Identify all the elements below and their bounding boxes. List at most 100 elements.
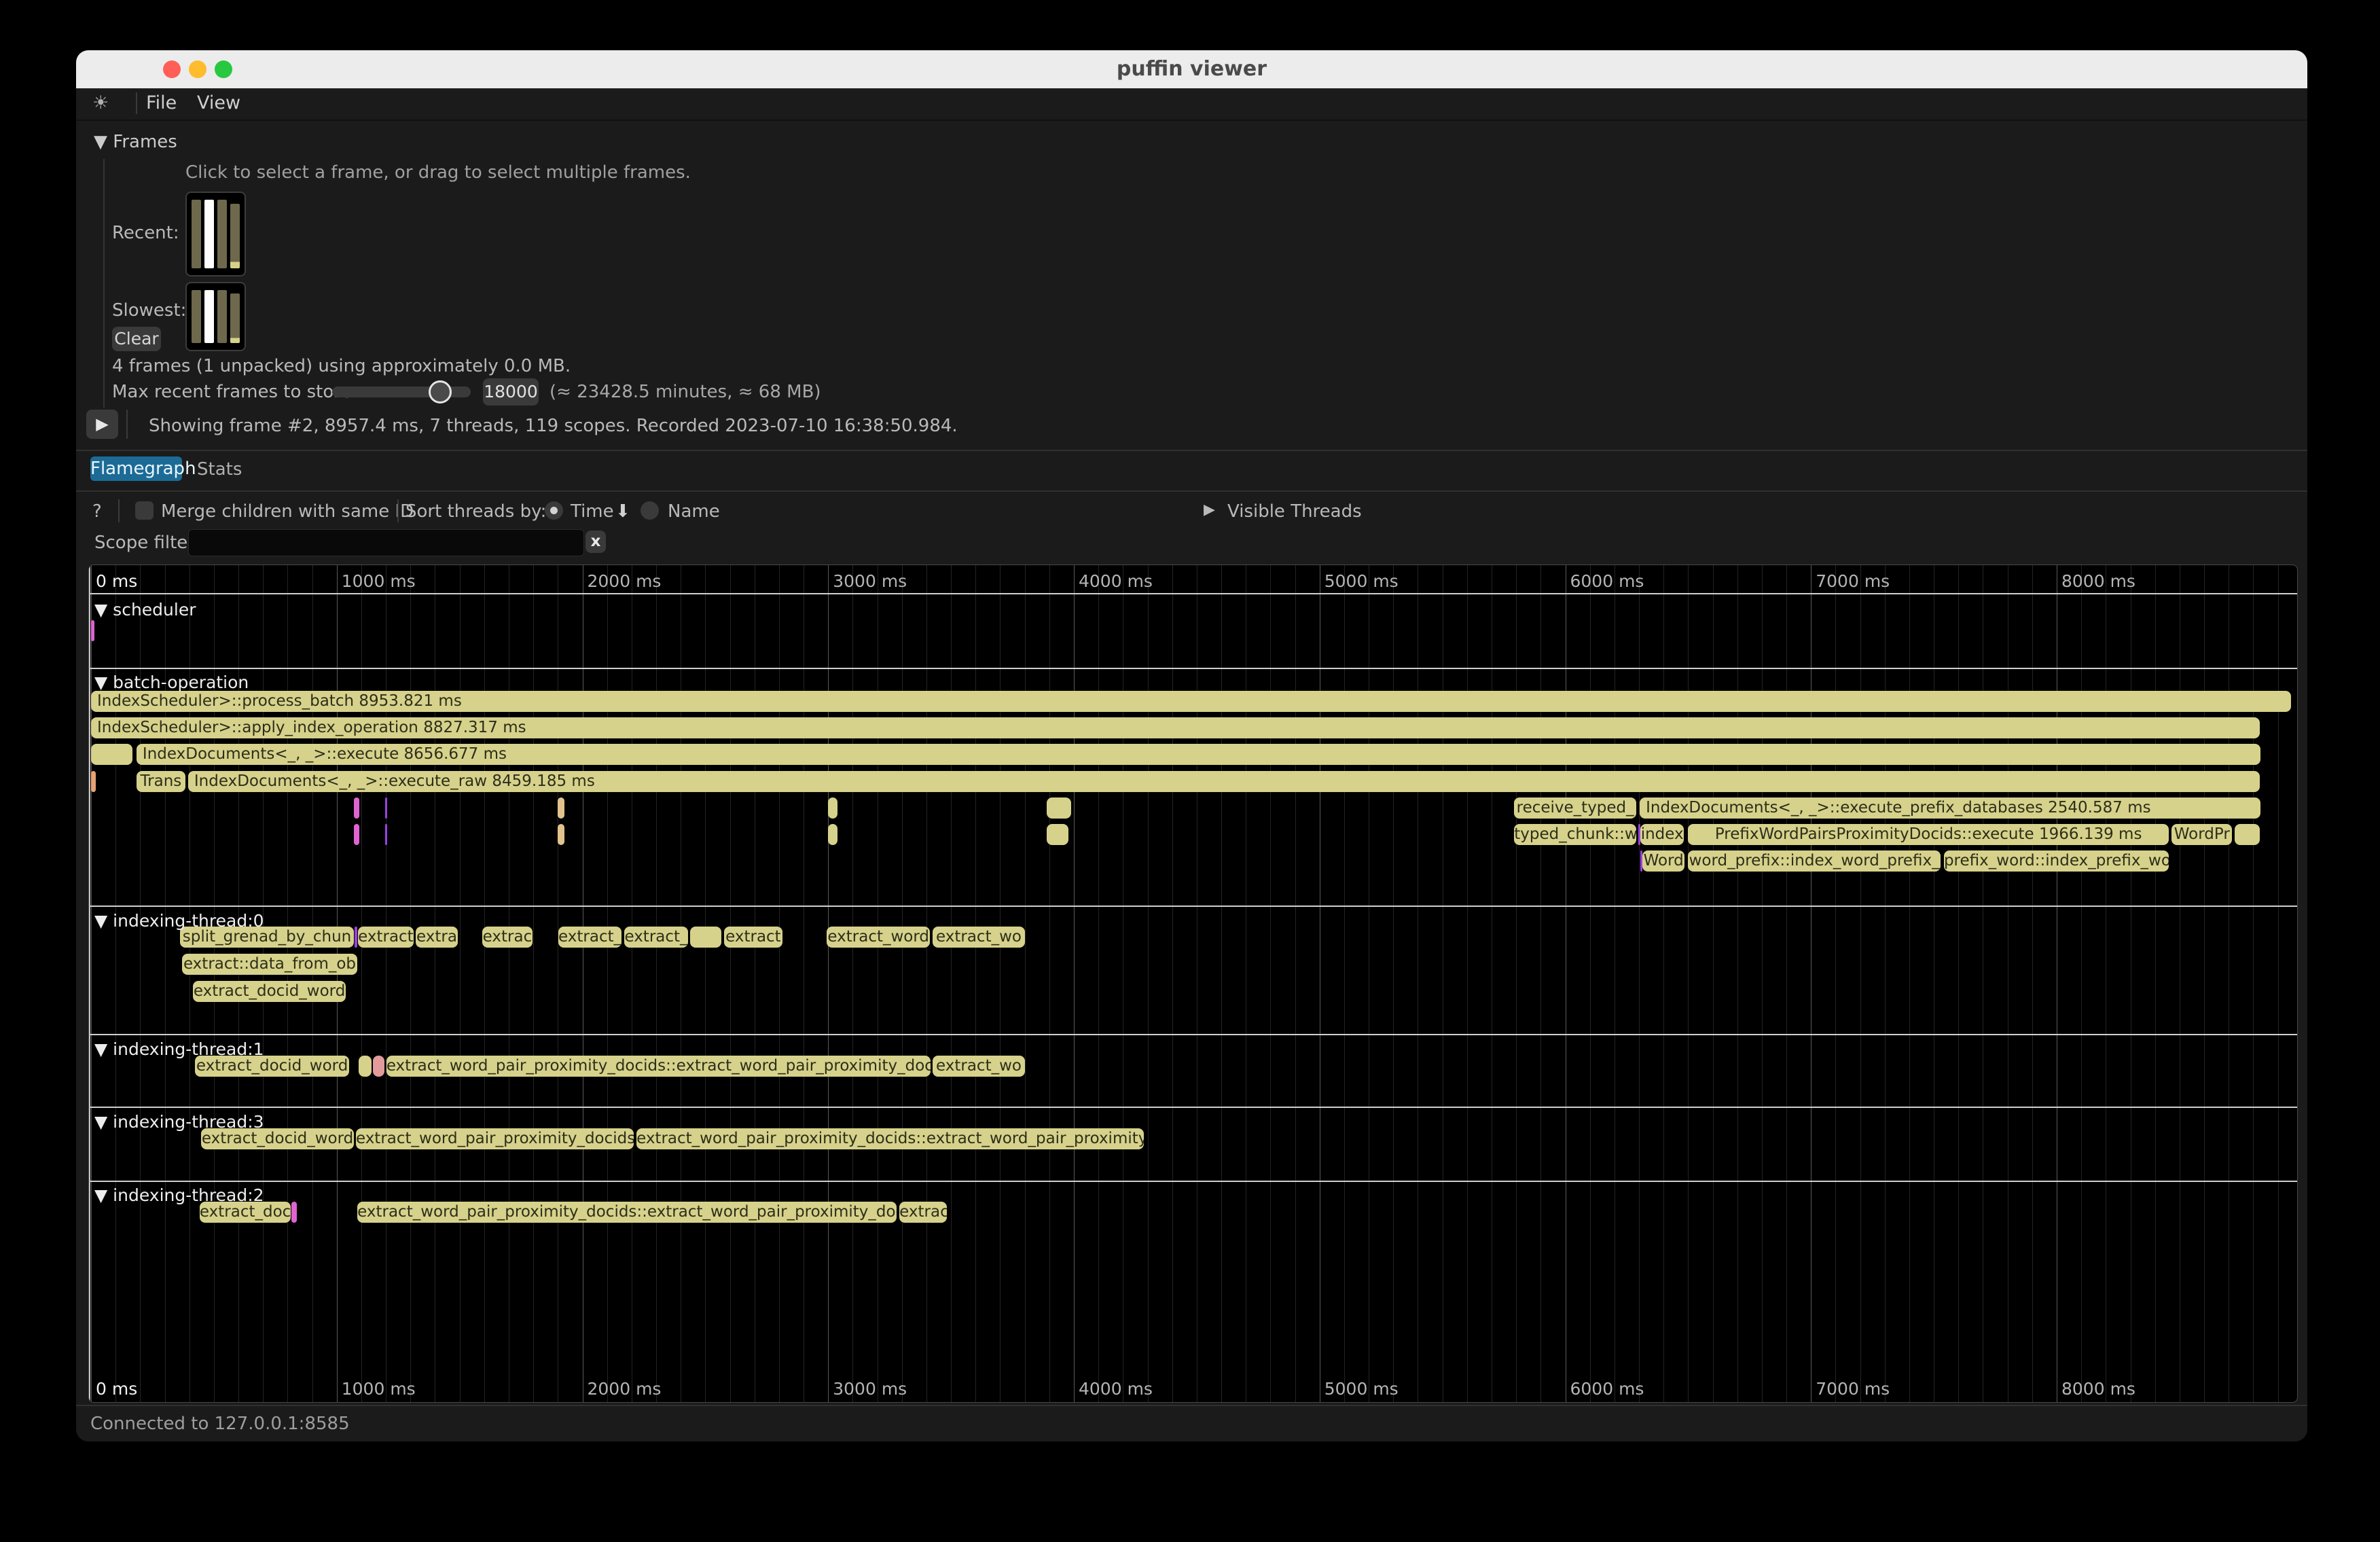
scope-bar[interactable]: extract_wo (933, 927, 1025, 948)
title-bar[interactable]: puffin viewer (76, 50, 2307, 88)
scope-bar[interactable] (354, 824, 359, 845)
scope-bar[interactable] (558, 797, 564, 819)
theme-toggle-icon[interactable]: ☀ (92, 88, 109, 118)
scope-bar[interactable]: extra (416, 927, 458, 948)
connection-status: Connected to 127.0.0.1:8585 (90, 1414, 350, 1434)
frame-bar-selected (204, 290, 214, 343)
axis-tick-label: 7000 ms (1816, 1379, 1890, 1399)
scope-filter-label: Scope filter: (94, 533, 200, 553)
tab-flamegraph[interactable]: Flamegraph (90, 456, 182, 481)
slider-knob[interactable] (429, 380, 452, 404)
scope-filter-input[interactable] (188, 529, 584, 556)
sort-time-radio[interactable] (545, 501, 563, 520)
sort-time-label[interactable]: Time (571, 501, 614, 522)
slowest-label: Slowest: (112, 300, 186, 321)
scope-bar[interactable] (558, 824, 564, 845)
scope-bar[interactable]: extract_word_pair_proximity_docids::extr… (636, 1128, 1144, 1149)
scope-bar[interactable]: extract_word_pair_proximity_docids::extr… (386, 1056, 931, 1077)
scope-bar[interactable]: extract_word (827, 927, 930, 948)
scope-bar[interactable]: extract_docid_word (193, 981, 346, 1002)
scope-bar[interactable]: IndexDocuments<_, _>::execute 8656.677 m… (137, 744, 2260, 765)
scope-bar[interactable]: extract (358, 927, 414, 948)
scope-bar[interactable] (359, 1056, 372, 1077)
sort-name-label[interactable]: Name (668, 501, 720, 522)
scope-bar[interactable]: extract_ (624, 927, 688, 948)
scope-bar[interactable] (291, 1202, 297, 1223)
thread-collapse-toggle[interactable]: ▼ scheduler (94, 600, 196, 620)
scope-bar[interactable] (690, 927, 721, 948)
scope-bar[interactable]: word_prefix::index_word_prefix_ (1688, 850, 1941, 872)
merge-children-label[interactable]: Merge children with same ID (161, 501, 414, 522)
thread-collapse-toggle[interactable]: ▼ indexing-thread:1 (94, 1039, 264, 1059)
recent-frames-thumbnail[interactable] (185, 192, 246, 276)
section-separator (89, 906, 2297, 907)
max-frames-value[interactable]: 18000 (483, 378, 539, 406)
scope-bar[interactable]: extract::data_from_ob (182, 954, 357, 975)
axis-tick-label: 6000 ms (1570, 1379, 1644, 1399)
merge-children-checkbox[interactable] (135, 501, 154, 520)
scope-bar[interactable]: receive_typed_ (1514, 797, 1636, 819)
scope-bar[interactable] (828, 824, 837, 845)
scope-bar[interactable] (91, 744, 132, 765)
scope-bar[interactable] (355, 927, 357, 948)
play-pause-button[interactable]: ▶ (86, 410, 118, 439)
divider (76, 490, 2307, 492)
help-button[interactable]: ? (92, 501, 102, 522)
frames-hint: Click to select a frame, or drag to sele… (185, 162, 691, 183)
axis-tick-label: 8000 ms (2061, 571, 2135, 591)
clear-button[interactable]: Clear (112, 327, 161, 351)
scope-bar[interactable] (2235, 824, 2260, 845)
scope-bar[interactable] (385, 824, 387, 845)
scope-bar[interactable]: IndexScheduler>::apply_index_operation 8… (91, 717, 2260, 738)
recent-label: Recent: (112, 223, 179, 243)
scope-bar[interactable]: IndexDocuments<_, _>::execute_raw 8459.1… (188, 771, 2260, 792)
menu-view[interactable]: View (197, 88, 240, 118)
scope-bar[interactable]: typed_chunk::w (1514, 824, 1636, 845)
thread-collapse-toggle[interactable]: ▼ indexing-thread:2 (94, 1185, 264, 1205)
menu-file[interactable]: File (146, 88, 177, 118)
clear-filter-button[interactable]: x (585, 531, 606, 553)
scope-bar[interactable]: Trans (137, 771, 185, 792)
scope-bar[interactable]: extrac (899, 1202, 947, 1223)
scope-bar[interactable] (91, 620, 94, 641)
scope-bar[interactable]: extract_wo (933, 1056, 1025, 1077)
scope-bar[interactable]: extract_ (558, 927, 621, 948)
thread-collapse-toggle[interactable]: ▼ indexing-thread:0 (94, 911, 264, 931)
sort-direction-icon[interactable]: ⬇ (615, 501, 630, 522)
scope-bar[interactable] (1047, 797, 1071, 819)
scope-bar[interactable]: extrac (482, 927, 533, 948)
scope-bar[interactable]: extract_word_pair_proximity_docids::extr… (357, 1202, 897, 1223)
visible-threads-label[interactable]: Visible Threads (1227, 501, 1362, 522)
thread-collapse-toggle[interactable]: ▼ batch-operation (94, 673, 249, 692)
scope-bar[interactable] (828, 797, 837, 819)
scope-bar[interactable]: extract_word_pair_proximity_docids (356, 1128, 634, 1149)
scope-bar[interactable]: extract (724, 927, 782, 948)
thread-collapse-toggle[interactable]: ▼ indexing-thread:3 (94, 1112, 264, 1132)
frames-section-toggle[interactable]: ▼ Frames (94, 132, 177, 152)
scope-bar[interactable]: PrefixWordPairsProximityDocids::execute … (1688, 824, 2169, 845)
scope-bar[interactable]: IndexDocuments<_, _>::execute_prefix_dat… (1640, 797, 2260, 819)
frame-bar (230, 204, 240, 268)
scope-bar[interactable] (1047, 824, 1068, 845)
frame-bar (217, 290, 227, 343)
flamegraph-canvas[interactable]: 0 ms1000 ms2000 ms3000 ms4000 ms5000 ms6… (88, 564, 2298, 1403)
section-separator (89, 1034, 2297, 1035)
scope-bar[interactable]: index (1640, 824, 1684, 845)
slowest-frames-thumbnail[interactable] (185, 282, 246, 351)
scope-bar[interactable] (373, 1056, 384, 1077)
scope-bar[interactable]: prefix_word::index_prefix_wo (1944, 850, 2169, 872)
frame-bar-selected (204, 200, 214, 268)
desktop: { "window": { "title": "puffin viewer" }… (0, 0, 2380, 1542)
frame-bar (192, 290, 201, 343)
scope-bar[interactable] (385, 797, 387, 819)
scope-bar[interactable]: WordPr (2171, 824, 2232, 845)
sort-name-radio[interactable] (641, 501, 659, 520)
scope-bar[interactable] (91, 771, 96, 792)
visible-threads-collapse-icon[interactable]: ▶ (1204, 501, 1215, 518)
tab-stats[interactable]: Stats (197, 459, 242, 480)
scope-bar[interactable]: Word (1642, 850, 1684, 872)
scope-bar[interactable]: IndexScheduler>::process_batch 8953.821 … (91, 691, 2291, 712)
divider (76, 1405, 2307, 1406)
axis-tick-label: 4000 ms (1079, 571, 1153, 591)
scope-bar[interactable] (354, 797, 359, 819)
